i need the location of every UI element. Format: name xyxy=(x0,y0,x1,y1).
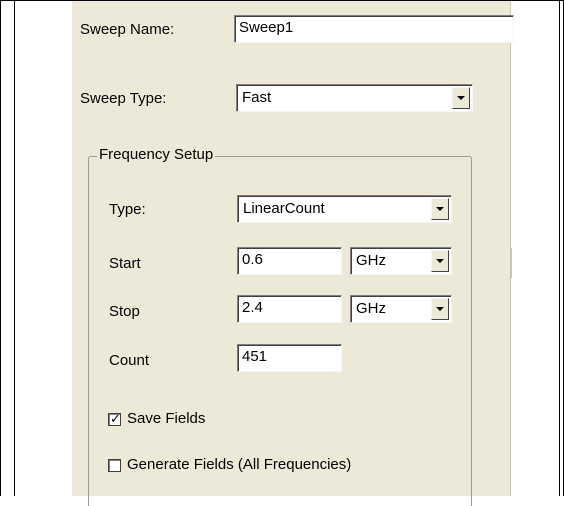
checkmark-icon: ✓ xyxy=(110,411,121,426)
stop-unit-value: GHz xyxy=(356,300,386,317)
sweep-name-input[interactable]: Sweep1 xyxy=(234,15,514,43)
start-unit-value: GHz xyxy=(356,252,386,269)
panel-separator-tick xyxy=(511,248,512,278)
right-divider xyxy=(559,0,560,496)
save-fields-checkbox[interactable]: ✓ xyxy=(108,411,121,426)
chevron-down-icon xyxy=(436,207,444,211)
freq-type-dropdown-button[interactable] xyxy=(431,198,449,220)
start-unit-dropdown[interactable]: GHz xyxy=(350,247,452,275)
frequency-setup-title: Frequency Setup xyxy=(97,146,216,164)
count-input[interactable]: 451 xyxy=(237,344,342,372)
count-label: Count xyxy=(109,352,150,369)
sweep-type-dropdown-button[interactable] xyxy=(452,87,470,109)
stop-unit-dropdown-button[interactable] xyxy=(431,298,449,320)
stop-unit-dropdown[interactable]: GHz xyxy=(350,295,452,323)
start-unit-dropdown-button[interactable] xyxy=(431,250,449,272)
chevron-down-icon xyxy=(436,307,444,311)
freq-type-label: Type: xyxy=(109,201,146,218)
generate-fields-checkbox[interactable] xyxy=(108,459,121,472)
start-input[interactable]: 0.6 xyxy=(237,247,342,275)
stop-label: Stop xyxy=(109,303,140,320)
start-label: Start xyxy=(109,255,141,272)
sweep-type-dropdown[interactable]: Fast xyxy=(236,84,473,112)
sweep-name-label: Sweep Name: xyxy=(80,21,175,38)
sweep-type-value: Fast xyxy=(242,89,272,106)
freq-type-value: LinearCount xyxy=(243,200,325,217)
chevron-down-icon xyxy=(457,96,465,100)
sweep-type-label: Sweep Type: xyxy=(80,90,167,107)
save-fields-label[interactable]: Save Fields xyxy=(127,410,205,428)
stop-input[interactable]: 2.4 xyxy=(237,295,342,323)
chevron-down-icon xyxy=(436,259,444,263)
left-divider xyxy=(14,0,15,496)
generate-fields-label[interactable]: Generate Fields (All Frequencies) xyxy=(127,456,351,474)
freq-type-dropdown[interactable]: LinearCount xyxy=(237,195,452,223)
